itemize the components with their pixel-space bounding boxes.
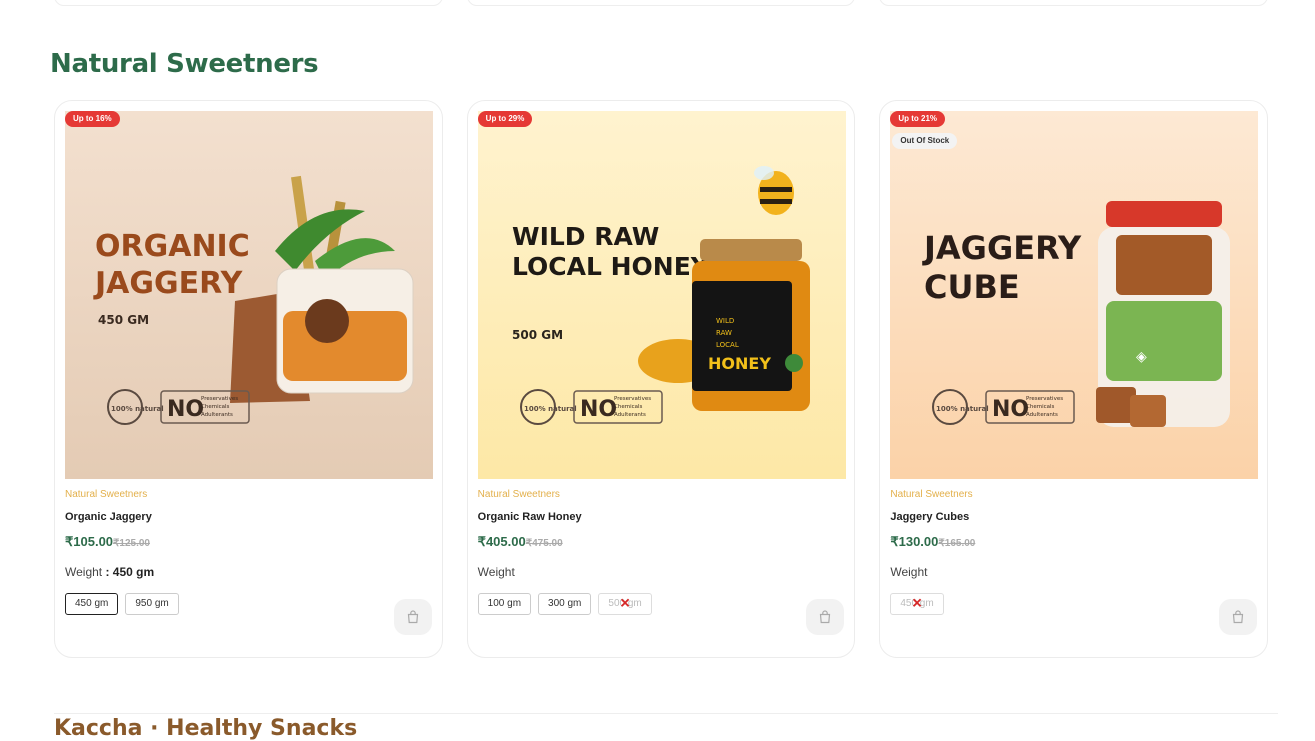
product-price: ₹130.00₹165.00	[890, 534, 975, 550]
current-price: ₹105.00	[65, 534, 114, 549]
weight-option[interactable]: 950 gm	[125, 593, 179, 615]
weight-option-unavailable: 500 gm ✕	[598, 593, 652, 615]
natural-badge: 100% natural	[111, 405, 164, 413]
weight-label: Weight : 450 gm	[65, 565, 155, 579]
image-heading: JAGGERY	[93, 266, 244, 301]
product-card[interactable]: WILD RAW LOCAL HONEY 500 GM WILD RAW LOC…	[466, 100, 856, 658]
add-to-cart-button[interactable]	[806, 599, 845, 635]
unavailable-x-icon: ✕	[619, 595, 631, 611]
product-price: ₹105.00₹125.00	[65, 534, 150, 550]
image-heading: ORGANIC	[95, 229, 250, 264]
old-price: ₹125.00	[113, 538, 150, 549]
shopping-bag-icon	[407, 610, 418, 624]
natural-badge: 100% natural	[524, 405, 577, 413]
selected-weight: : 450 gm	[102, 565, 155, 579]
svg-text:HONEY: HONEY	[708, 354, 771, 373]
svg-text:RAW: RAW	[716, 329, 732, 337]
out-of-stock-badge: Out Of Stock	[892, 133, 958, 149]
product-name[interactable]: Organic Jaggery	[65, 511, 152, 523]
svg-text:Chemicals: Chemicals	[201, 404, 230, 410]
svg-text:Chemicals: Chemicals	[614, 404, 643, 410]
discount-badge: Up to 16%	[65, 111, 120, 127]
product-card[interactable]: ORGANIC JAGGERY 450 GM 100% natural NO P…	[54, 100, 443, 658]
svg-text:Adulterants: Adulterants	[614, 412, 646, 418]
weight-options: 450 gm 950 gm	[65, 593, 305, 615]
add-to-cart-button[interactable]	[1219, 599, 1258, 635]
svg-text:Preservatives: Preservatives	[201, 396, 238, 402]
old-price: ₹165.00	[938, 538, 976, 549]
previous-section-cards	[54, 0, 1269, 6]
product-image[interactable]: WILD RAW LOCAL HONEY 500 GM WILD RAW LOC…	[477, 111, 846, 479]
product-name[interactable]: Jaggery Cubes	[890, 511, 969, 523]
previous-card	[54, 0, 443, 6]
image-heading: LOCAL HONEY	[512, 252, 710, 281]
next-section-title: Kaccha · Healthy Snacks	[54, 716, 358, 741]
no-badge-text: NO	[992, 397, 1029, 422]
image-size: 500 GM	[512, 328, 563, 342]
svg-text:LOCAL: LOCAL	[716, 341, 739, 349]
product-image[interactable]: JAGGERY CUBE ◈ 100% natural NO Preservat…	[890, 111, 1259, 479]
weight-options: 100 gm 300 gm 500 gm ✕	[477, 593, 718, 615]
image-heading: CUBE	[924, 268, 1020, 306]
image-heading: WILD RAW	[512, 222, 659, 251]
no-badge-text: NO	[167, 397, 204, 422]
weight-option[interactable]: 100 gm	[477, 593, 532, 615]
product-category[interactable]: Natural Sweetners	[890, 489, 972, 500]
svg-text:WILD: WILD	[716, 317, 734, 325]
shopping-bag-icon	[1232, 610, 1244, 624]
product-image[interactable]: ORGANIC JAGGERY 450 GM 100% natural NO P…	[65, 111, 433, 479]
unavailable-x-icon: ✕	[911, 595, 923, 611]
image-heading: JAGGERY	[922, 229, 1082, 267]
weight-label: Weight	[890, 565, 928, 579]
section-divider	[54, 713, 1278, 714]
image-size: 450 GM	[98, 313, 149, 327]
no-badge-text: NO	[580, 397, 617, 422]
product-category[interactable]: Natural Sweetners	[478, 489, 560, 500]
discount-badge: Up to 21%	[890, 111, 946, 127]
weight-label: Weight	[477, 565, 515, 579]
shopping-bag-icon	[820, 610, 831, 624]
current-price: ₹130.00	[890, 534, 939, 549]
product-card[interactable]: JAGGERY CUBE ◈ 100% natural NO Preservat…	[879, 100, 1269, 658]
svg-text:Preservatives: Preservatives	[1026, 396, 1063, 402]
old-price: ₹475.00	[525, 538, 563, 549]
svg-text:Preservatives: Preservatives	[614, 396, 651, 402]
previous-card	[466, 0, 856, 6]
natural-badge: 100% natural	[936, 405, 989, 413]
product-grid: ORGANIC JAGGERY 450 GM 100% natural NO P…	[54, 100, 1269, 658]
weight-option[interactable]: 300 gm	[538, 593, 592, 615]
weight-options: 450 gm ✕	[890, 593, 1130, 615]
product-category[interactable]: Natural Sweetners	[65, 489, 147, 500]
previous-card	[879, 0, 1269, 6]
product-price: ₹405.00₹475.00	[478, 534, 563, 550]
svg-text:Adulterants: Adulterants	[201, 412, 233, 418]
svg-text:Chemicals: Chemicals	[1026, 404, 1055, 410]
product-name[interactable]: Organic Raw Honey	[478, 511, 582, 523]
add-to-cart-button[interactable]	[393, 599, 432, 635]
section-title: Natural Sweetners	[50, 49, 319, 79]
weight-option-unavailable: 450 gm ✕	[890, 593, 944, 615]
svg-text:◈: ◈	[1136, 349, 1147, 365]
weight-option[interactable]: 450 gm	[65, 593, 119, 615]
discount-badge: Up to 29%	[477, 111, 533, 127]
current-price: ₹405.00	[477, 534, 526, 549]
svg-text:Adulterants: Adulterants	[1026, 412, 1058, 418]
